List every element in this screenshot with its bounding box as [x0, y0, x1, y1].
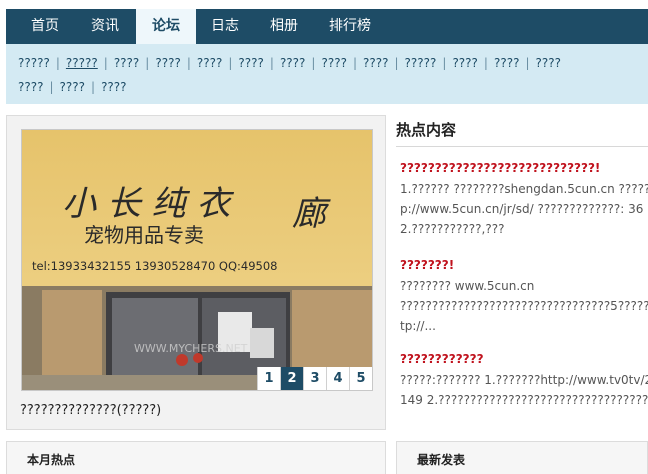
subnav-link[interactable]: ????	[60, 80, 85, 94]
separator: |	[228, 56, 233, 70]
tab-blog[interactable]: 日志	[200, 9, 250, 44]
hot-item-title[interactable]: ????????????	[400, 352, 648, 366]
separator: |	[186, 56, 191, 70]
svg-text:廊: 廊	[292, 194, 331, 234]
tab-forum[interactable]: 论坛	[136, 9, 196, 44]
hot-item: ???????! ???????? www.5cun.cn ??????????…	[400, 258, 648, 336]
hot-item: ????????????????????????????! 1.?????? ?…	[400, 161, 648, 239]
slideshow-photo[interactable]: 小 长 纯 衣 廊 宠物用品专卖 tel:13933432155 1393052…	[21, 129, 373, 391]
separator: |	[269, 56, 274, 70]
separator: |	[352, 56, 357, 70]
separator: |	[311, 56, 316, 70]
subnav-link[interactable]: ????	[238, 56, 263, 70]
forum-subnav: ????? |????? |???? |???? |???? |???? |???? |???…	[6, 44, 648, 104]
separator: |	[483, 56, 488, 70]
subnav-link[interactable]: ????	[321, 56, 346, 70]
page-button-4[interactable]: 4	[326, 367, 349, 390]
hot-item-title[interactable]: ????????????????????????????!	[400, 161, 648, 175]
subnav-link[interactable]: ????	[280, 56, 305, 70]
subnav-link[interactable]: ????	[536, 56, 561, 70]
hot-content-panel: 热点内容 ????????????????????????????! 1.???…	[396, 115, 648, 435]
subnav-link[interactable]: ????	[155, 56, 180, 70]
subnav-link[interactable]: ????	[101, 80, 126, 94]
page-button-3[interactable]: 3	[303, 367, 326, 390]
tab-home[interactable]: 首页	[20, 9, 70, 44]
hot-content-title: 热点内容	[396, 115, 648, 147]
page-button-2-active[interactable]: 2	[280, 367, 303, 390]
separator: |	[525, 56, 530, 70]
latest-posts-box: 最新发表	[396, 441, 648, 474]
subnav-link[interactable]: ????	[114, 56, 139, 70]
monthly-hot-box: 本月热点	[6, 441, 386, 474]
slideshow-panel: 小 长 纯 衣 廊 宠物用品专卖 tel:13933432155 1393052…	[6, 115, 386, 430]
hot-item-desc: ???????? www.5cun.cn ???????????????????…	[400, 279, 648, 333]
page-button-1[interactable]: 1	[257, 367, 280, 390]
subnav-link[interactable]: ????	[18, 80, 43, 94]
watermark: WWW.MYCHERS.NET	[134, 342, 248, 355]
separator: |	[91, 80, 96, 94]
separator: |	[49, 80, 54, 94]
subnav-link[interactable]: ????	[197, 56, 222, 70]
storefront-image: 小 长 纯 衣 廊 宠物用品专卖 tel:13933432155 1393052…	[22, 130, 372, 390]
separator: |	[55, 56, 60, 70]
subnav-link[interactable]: ?????	[18, 56, 50, 70]
slideshow-pager: 1 2 3 4 5	[257, 367, 372, 390]
slideshow-caption[interactable]: ??????????????(?????)	[20, 403, 161, 418]
sign-phone: tel:13933432155 13930528470 QQ:49508	[32, 259, 278, 273]
hot-item-desc: 1.?????? ????????shengdan.5cun.cn ??????…	[400, 182, 648, 236]
separator: |	[442, 56, 447, 70]
subnav-link[interactable]: ?????	[405, 56, 437, 70]
subnav-row-2: ???? |???? |????	[18, 80, 127, 94]
subnav-link-current[interactable]: ?????	[66, 56, 98, 70]
separator: |	[103, 56, 108, 70]
hot-item: ???????????? ?????:??????? 1.???????http…	[400, 352, 648, 410]
subnav-link[interactable]: ????	[494, 56, 519, 70]
page-button-5[interactable]: 5	[349, 367, 372, 390]
hot-item-desc: ?????:??????? 1.???????http://www.tv0tv/…	[400, 373, 648, 407]
tab-news[interactable]: 资讯	[78, 9, 132, 44]
subnav-row-1: ????? |????? |???? |???? |???? |???? |???? |???…	[18, 56, 561, 70]
separator: |	[145, 56, 150, 70]
top-nav: 首页 资讯 论坛 日志 相册 排行榜	[6, 9, 648, 44]
monthly-hot-title: 本月热点	[27, 453, 76, 467]
subnav-link[interactable]: ????	[363, 56, 388, 70]
svg-text:小 长 纯 衣: 小 长 纯 衣	[62, 184, 234, 224]
tab-album[interactable]: 相册	[258, 9, 310, 44]
sign-text: 宠物用品专卖	[84, 223, 204, 247]
subnav-link[interactable]: ????	[452, 56, 477, 70]
separator: |	[394, 56, 399, 70]
latest-posts-title: 最新发表	[417, 453, 466, 467]
tab-ranking[interactable]: 排行榜	[320, 9, 380, 44]
hot-item-title[interactable]: ???????!	[400, 258, 648, 272]
